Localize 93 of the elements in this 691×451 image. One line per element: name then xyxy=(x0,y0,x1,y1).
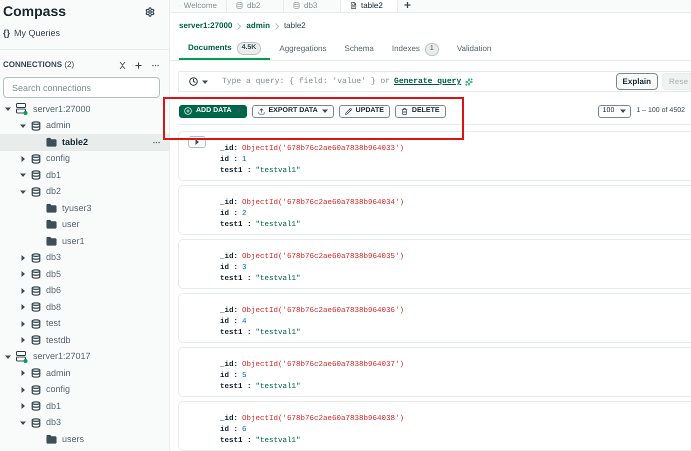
database-icon xyxy=(31,401,41,412)
search-field[interactable]: Search connections xyxy=(3,77,160,98)
tree-item[interactable]: table2 xyxy=(0,134,169,150)
folder-icon xyxy=(46,136,57,148)
tree-item[interactable]: user xyxy=(0,216,169,233)
history-icon[interactable] xyxy=(189,77,198,86)
nav-tab[interactable]: Aggregations xyxy=(270,38,336,60)
tree-item[interactable]: admin xyxy=(0,118,169,134)
tree-item[interactable]: db1 xyxy=(0,167,169,184)
folder-icon xyxy=(46,219,57,230)
expanded-caret-icon[interactable] xyxy=(20,172,26,178)
breadcrumb-link[interactable]: table2 xyxy=(284,20,306,32)
workspace-tab[interactable]: Welcome xyxy=(170,0,227,12)
expanded-caret-icon[interactable] xyxy=(5,354,11,360)
expanded-caret-icon[interactable] xyxy=(20,122,26,129)
chevron-icon xyxy=(274,22,279,30)
collapsed-caret-icon[interactable] xyxy=(20,254,26,261)
chevron-icon xyxy=(237,22,242,30)
collapsed-caret-icon[interactable] xyxy=(20,386,26,393)
collapsed-caret-icon[interactable] xyxy=(20,304,26,310)
nav-tab[interactable]: Validation xyxy=(448,38,500,60)
tree-item[interactable]: db3 xyxy=(0,414,169,431)
collapsed-caret-icon[interactable] xyxy=(20,320,26,327)
nav-tab[interactable]: Schema xyxy=(336,38,383,60)
app-title: Compass xyxy=(3,2,66,21)
my-queries-link[interactable]: {} My Queries xyxy=(0,28,169,40)
connections-heading: CONNECTIONS (2) xyxy=(3,59,74,71)
caret-icon[interactable] xyxy=(322,108,328,114)
server-icon xyxy=(16,103,28,116)
sparkle-icon xyxy=(465,78,474,86)
database-icon xyxy=(31,318,41,329)
tree-item[interactable]: db3 xyxy=(0,250,169,266)
add-connection-icon[interactable] xyxy=(134,60,143,70)
tree-item[interactable]: db1 xyxy=(0,398,169,414)
database-icon xyxy=(31,170,41,180)
tree-item[interactable]: db6 xyxy=(0,282,169,299)
database-icon xyxy=(31,384,41,395)
tree-item[interactable]: admin xyxy=(0,365,169,382)
expanded-caret-icon[interactable] xyxy=(20,420,26,426)
expanded-caret-icon[interactable] xyxy=(5,106,11,112)
tree-item[interactable]: users xyxy=(0,431,169,448)
breadcrumb-link[interactable]: admin xyxy=(246,20,270,32)
expand-icon[interactable] xyxy=(194,139,200,145)
collapsed-caret-icon[interactable] xyxy=(20,271,26,278)
collapse-icon[interactable] xyxy=(119,62,126,68)
new-tab-button[interactable]: + xyxy=(398,0,418,12)
trash-icon xyxy=(400,108,408,115)
document-icon xyxy=(350,2,357,9)
database-icon xyxy=(31,286,41,296)
database-icon xyxy=(31,120,41,131)
database-icon xyxy=(31,335,41,346)
folder-icon xyxy=(46,434,57,445)
collapsed-caret-icon[interactable] xyxy=(20,337,26,344)
folder-icon xyxy=(46,236,57,247)
workspace-tab[interactable]: db2 xyxy=(227,0,284,12)
tree-item[interactable]: db8 xyxy=(0,299,169,316)
database-icon xyxy=(31,418,41,428)
expanded-caret-icon[interactable] xyxy=(20,188,26,195)
generate-query-link[interactable]: Generate query xyxy=(394,76,462,88)
tree-item[interactable]: config xyxy=(0,150,169,167)
database-icon xyxy=(31,368,41,378)
folder-icon xyxy=(46,202,57,214)
tree-item[interactable]: config xyxy=(0,382,169,398)
export-icon xyxy=(258,108,265,115)
collapsed-caret-icon[interactable] xyxy=(20,288,26,294)
server-icon xyxy=(16,350,28,363)
database-icon xyxy=(31,269,41,280)
database-icon xyxy=(31,154,41,164)
explain-button[interactable]: Explain xyxy=(616,73,658,90)
settings-icon[interactable] xyxy=(145,6,155,16)
database-icon xyxy=(31,252,41,263)
database-icon xyxy=(31,302,41,312)
tree-item[interactable]: testdb xyxy=(0,332,169,348)
tree-item[interactable]: server1:27000 xyxy=(0,101,169,118)
query-placeholder[interactable]: Type a query: { field: 'value' } or xyxy=(222,76,390,88)
collapsed-caret-icon[interactable] xyxy=(20,403,26,410)
database-icon xyxy=(236,2,243,9)
workspace-tab[interactable]: table2 xyxy=(341,0,398,12)
collapsed-caret-icon[interactable] xyxy=(20,370,26,376)
caret-icon[interactable] xyxy=(620,108,626,114)
tree-item[interactable]: db5 xyxy=(0,266,169,282)
database-icon xyxy=(31,186,41,197)
database-icon xyxy=(293,2,300,9)
pencil-icon xyxy=(344,108,352,115)
tree-item[interactable]: user1 xyxy=(0,233,169,250)
caret-icon[interactable] xyxy=(202,78,208,85)
breadcrumb-link[interactable]: server1:27000 xyxy=(179,20,232,32)
collapsed-caret-icon[interactable] xyxy=(20,156,26,162)
tree-item[interactable]: server1:27017 xyxy=(0,348,169,365)
tree-item[interactable]: tyuser3 xyxy=(0,200,169,216)
tree-item[interactable]: test xyxy=(0,316,169,332)
plus-icon xyxy=(184,107,192,116)
tree-item[interactable]: db2 xyxy=(0,184,169,200)
